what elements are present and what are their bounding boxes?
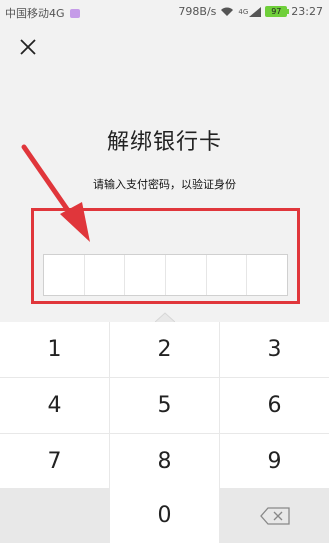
backspace-icon <box>259 506 290 525</box>
password-cell <box>247 255 287 295</box>
close-button[interactable] <box>15 34 41 60</box>
key-3[interactable]: 3 <box>220 322 329 377</box>
key-6[interactable]: 6 <box>220 378 329 433</box>
key-0[interactable]: 0 <box>110 488 219 543</box>
password-input[interactable] <box>43 254 288 296</box>
key-9[interactable]: 9 <box>220 434 329 489</box>
key-2[interactable]: 2 <box>110 322 219 377</box>
page-title: 解绑银行卡 <box>106 130 222 155</box>
network-speed: 798B/s <box>178 5 217 18</box>
battery-icon: 97 <box>265 6 290 17</box>
status-bar: 中国移动4G 798B/s 4G 97 23:27 <box>0 0 329 24</box>
password-cell <box>207 255 248 295</box>
page-subtitle: 请输入支付密码，以验证身份 <box>93 178 236 191</box>
notification-icon <box>69 8 80 18</box>
signal-icon <box>249 6 262 17</box>
password-cell <box>85 255 126 295</box>
battery-level: 97 <box>271 7 282 16</box>
close-icon <box>20 39 36 55</box>
password-cell <box>44 255 85 295</box>
network-type: 4G <box>238 7 249 16</box>
keypad-collapse-icon[interactable] <box>155 310 175 322</box>
clock: 23:27 <box>291 5 323 18</box>
numeric-keypad: 1 2 3 4 5 6 7 8 9 0 <box>0 322 329 543</box>
key-4[interactable]: 4 <box>0 378 109 433</box>
key-blank <box>0 488 109 543</box>
carrier-label: 中国移动4G <box>5 7 65 20</box>
key-8[interactable]: 8 <box>110 434 219 489</box>
key-5[interactable]: 5 <box>110 378 219 433</box>
key-7[interactable]: 7 <box>0 434 109 489</box>
password-cell <box>166 255 207 295</box>
password-cell <box>125 255 167 295</box>
key-1[interactable]: 1 <box>0 322 109 377</box>
backspace-button[interactable] <box>220 488 329 543</box>
wifi-icon <box>220 7 234 17</box>
